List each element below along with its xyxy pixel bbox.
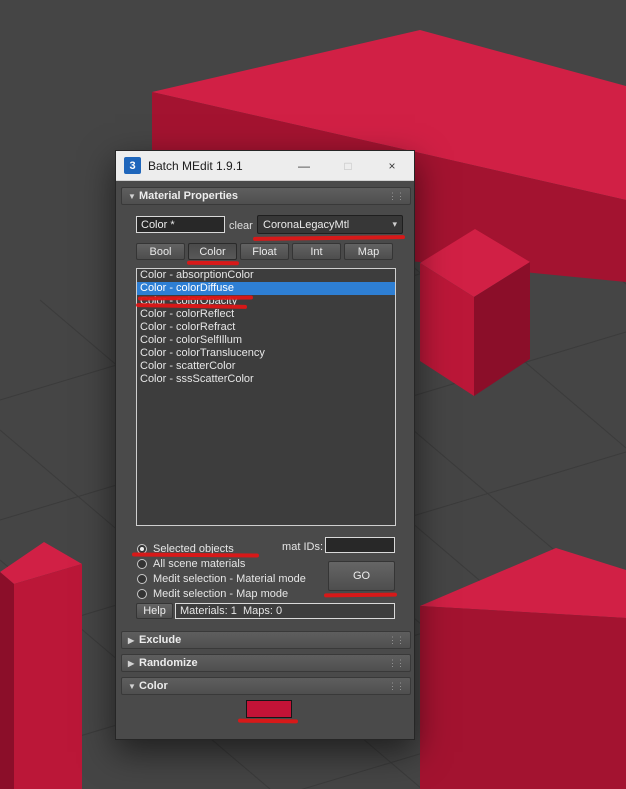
- type-button-color[interactable]: Color: [188, 243, 237, 260]
- status-box: Materials: 1 Maps: 0: [175, 603, 395, 619]
- radio-icon[interactable]: [137, 558, 147, 569]
- red-box-bottom-left[interactable]: [0, 542, 82, 789]
- material-class-dropdown[interactable]: CoronaLegacyMtl ▾: [257, 215, 403, 234]
- scope-option-label: All scene materials: [153, 557, 246, 570]
- rollout-open-arrow-icon: ▼: [128, 681, 136, 691]
- scope-option-label: Medit selection - Map mode: [153, 587, 289, 600]
- type-button-bool[interactable]: Bool: [136, 243, 185, 260]
- rollout-open-arrow-icon: ▼: [128, 191, 136, 201]
- rollout-header-color[interactable]: ▼ Color ⋮⋮: [121, 677, 411, 695]
- color-swatch[interactable]: [246, 700, 292, 718]
- rollout-closed-arrow-icon: ▶: [128, 635, 135, 645]
- rollout-label: Randomize: [139, 657, 198, 669]
- minimize-button[interactable]: —: [282, 151, 326, 181]
- rollout-label: Exclude: [139, 634, 182, 646]
- annotation-underline-color-button: [186, 260, 240, 266]
- scope-option[interactable]: All scene materials: [137, 556, 306, 571]
- rollout-label: Color: [139, 680, 168, 692]
- property-list-item[interactable]: Color - colorTranslucency: [137, 347, 395, 360]
- property-list-item[interactable]: Color - colorReflect: [137, 308, 395, 321]
- close-button[interactable]: ×: [370, 151, 414, 181]
- rollout-grip-icon: ⋮⋮: [388, 657, 405, 668]
- property-list-item[interactable]: Color - colorSelfIllum: [137, 334, 395, 347]
- rollout-header-exclude[interactable]: ▶ Exclude ⋮⋮: [121, 631, 411, 649]
- property-list-item[interactable]: Color - sssScatterColor: [137, 373, 395, 386]
- scope-option-label: Medit selection - Material mode: [153, 572, 306, 585]
- type-button-float[interactable]: Float: [240, 243, 289, 260]
- radio-icon[interactable]: [137, 573, 147, 584]
- annotation-underline-color-swatch: [237, 718, 299, 724]
- rollout-header-randomize[interactable]: ▶ Randomize ⋮⋮: [121, 654, 411, 672]
- rollout-grip-icon: ⋮⋮: [388, 634, 405, 645]
- rollout-closed-arrow-icon: ▶: [128, 658, 135, 668]
- rollout-grip-icon: ⋮⋮: [388, 190, 405, 201]
- radio-icon[interactable]: [137, 588, 147, 599]
- filter-input[interactable]: [136, 216, 225, 233]
- window-title: Batch MEdit 1.9.1: [148, 158, 243, 173]
- rollout-header-material-properties[interactable]: ▼ Material Properties ⋮⋮: [121, 187, 411, 205]
- dropdown-arrow-icon: ▾: [392, 219, 397, 229]
- type-filter-buttons: Bool Color Float Int Map: [136, 243, 393, 260]
- rollout-label: Material Properties: [139, 190, 239, 202]
- property-list-item[interactable]: Color - absorptionColor: [137, 269, 395, 282]
- type-button-int[interactable]: Int: [292, 243, 341, 260]
- property-list-item[interactable]: Color - colorDiffuse: [137, 282, 395, 295]
- type-button-map[interactable]: Map: [344, 243, 393, 260]
- material-class-value: CoronaLegacyMtl: [263, 218, 350, 231]
- help-button[interactable]: Help: [136, 603, 173, 619]
- scope-option[interactable]: Medit selection - Material mode: [137, 571, 306, 586]
- window-titlebar[interactable]: 3 Batch MEdit 1.9.1 — □ ×: [116, 151, 414, 181]
- annotation-underline-dropdown: [252, 235, 406, 241]
- app-icon: 3: [124, 157, 141, 174]
- property-list-item[interactable]: Color - scatterColor: [137, 360, 395, 373]
- batch-medit-window: 3 Batch MEdit 1.9.1 — □ × ▼ Material Pro…: [115, 150, 415, 740]
- rollout-grip-icon: ⋮⋮: [388, 680, 405, 691]
- mat-ids-label: mat IDs:: [282, 541, 323, 553]
- property-list-item[interactable]: Color - colorRefract: [137, 321, 395, 334]
- annotation-underline-go-button: [323, 592, 398, 598]
- mat-ids-input[interactable]: [325, 537, 395, 553]
- scope-option[interactable]: Medit selection - Map mode: [137, 586, 306, 601]
- go-button[interactable]: GO: [328, 561, 395, 591]
- clear-button[interactable]: clear: [229, 220, 253, 232]
- maximize-button[interactable]: □: [326, 151, 370, 181]
